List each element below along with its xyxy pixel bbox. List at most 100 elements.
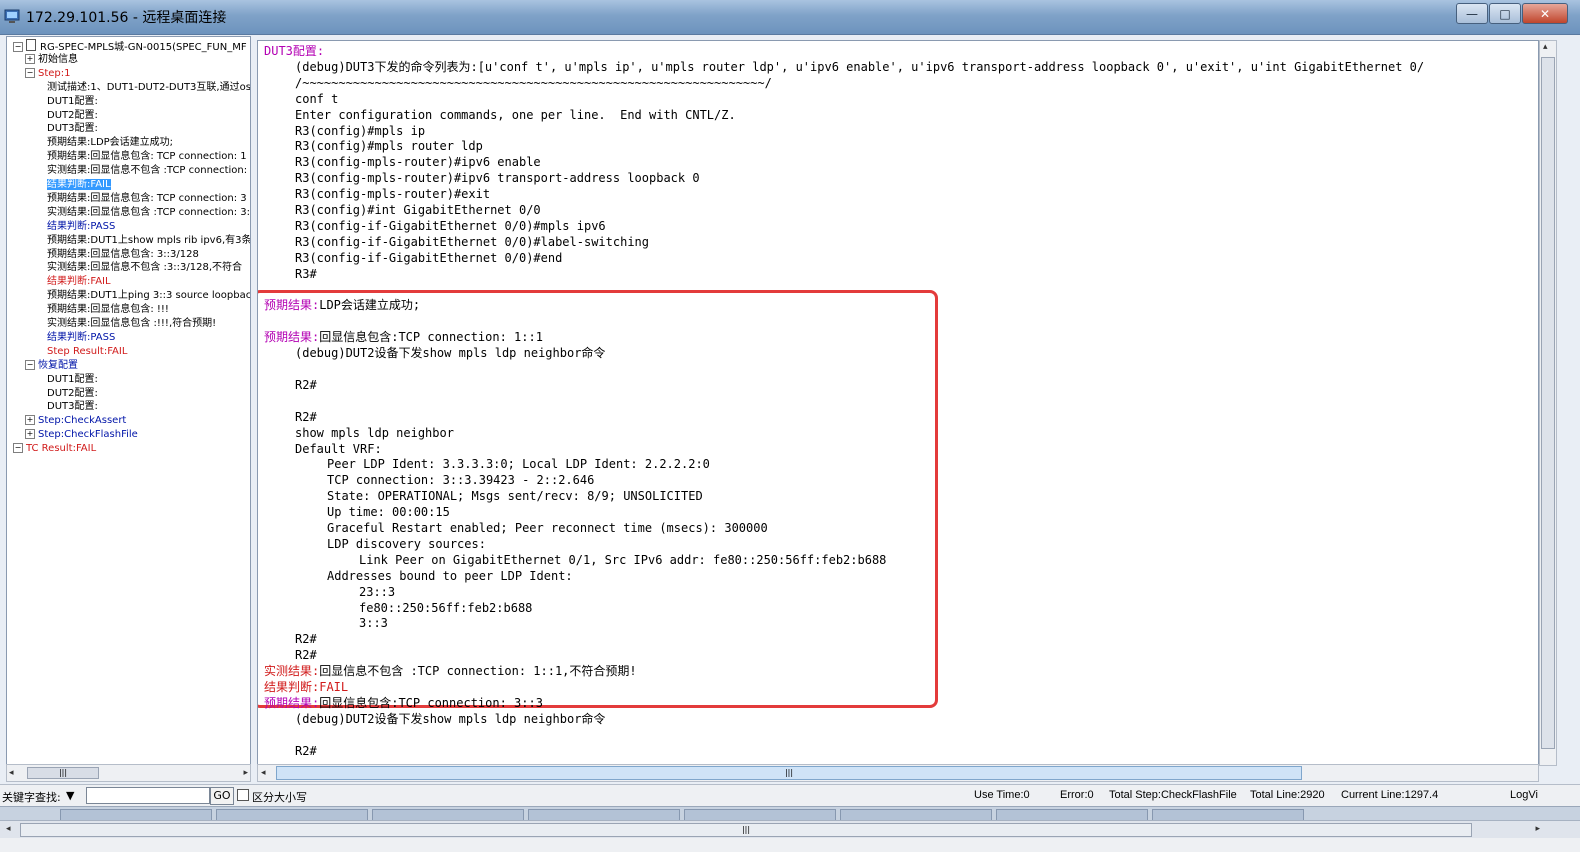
tree-item[interactable]: 预期结果:DUT1上ping 3::3 source loopback 0 (47, 289, 250, 303)
expand-icon[interactable]: + (25, 53, 35, 64)
log-text: R2# (295, 409, 317, 424)
tree-item-label: 实测结果:回显信息不包含 :3::3/128,不符合 (47, 262, 243, 274)
tree-item[interactable]: 结果判断:PASS (47, 220, 115, 234)
log-vertical-scrollbar[interactable]: ▴ (1539, 40, 1557, 766)
tree-item-label: DUT1配置: (47, 95, 98, 107)
collapse-icon[interactable]: − (13, 42, 23, 52)
outer-horizontal-scrollbar[interactable]: ◂ ||| ▸ (0, 820, 1580, 839)
tree-item[interactable]: 实测结果:回显信息不包含 :3::3/128,不符合 (47, 261, 242, 275)
tree-horizontal-scrollbar[interactable]: ◂ ||| ▸ (6, 764, 251, 782)
tree-item-label: 初始信息 (38, 53, 78, 65)
tree-item[interactable]: 测试描述:1、DUT1-DUT2-DUT3互联,通过osp (47, 81, 251, 95)
log-line: Up time: 00:00:15 (327, 504, 450, 520)
scroll-left-icon[interactable]: ◂ (9, 765, 14, 781)
window-titlebar: 172.29.101.56 - 远程桌面连接 — □ ✕ (0, 0, 1580, 35)
scroll-left-icon[interactable]: ◂ (261, 765, 266, 781)
log-line: Addresses bound to peer LDP Ident: (327, 568, 573, 584)
window-title: 172.29.101.56 - 远程桌面连接 (26, 10, 227, 26)
minimize-button[interactable]: — (1456, 3, 1488, 24)
tree-item[interactable]: + 初始信息 (25, 53, 78, 67)
tree-item[interactable]: − Step:1 (25, 67, 71, 81)
log-line: TCP connection: 3::3.39423 - 2::2.646 (327, 472, 594, 488)
scroll-right-icon[interactable]: ▸ (243, 765, 248, 781)
log-text: 3::3 (359, 616, 388, 631)
tree-item[interactable]: 实测结果:回显信息包含 :!!!,符合预期! (47, 317, 216, 331)
close-button[interactable]: ✕ (1522, 3, 1568, 24)
tree-item[interactable]: DUT2配置: (47, 387, 98, 401)
tree-item[interactable]: 结果判断:FAIL (47, 178, 111, 192)
log-line: R2# (295, 743, 317, 759)
tree-item[interactable]: 实测结果:回显信息不包含 :TCP connection: (47, 164, 247, 178)
log-line: Graceful Restart enabled; Peer reconnect… (327, 520, 768, 536)
tree-item-label: 测试描述:1、DUT1-DUT2-DUT3互联,通过osp (47, 81, 251, 93)
tree-item[interactable]: Step Result:FAIL (47, 345, 127, 359)
log-text: R3(config-mpls-router)#exit (295, 187, 491, 202)
log-line: 结果判断:FAIL (264, 679, 348, 695)
tree-item[interactable]: + Step:CheckFlashFile (25, 428, 138, 442)
tree-item[interactable]: DUT3配置: (47, 400, 98, 414)
log-line: R2# (295, 377, 317, 393)
expand-icon[interactable]: + (25, 429, 35, 440)
tree-item[interactable]: DUT1配置: (47, 95, 98, 109)
document-icon (26, 39, 36, 51)
tree-item-label: Step Result:FAIL (47, 345, 128, 357)
scroll-thumb[interactable]: ||| (27, 767, 99, 779)
log-text: 23::3 (359, 584, 396, 599)
step-tree[interactable]: − RG-SPEC-MPLS城-GN-0015(SPEC_FUN_MF + 初始信息 −… (6, 36, 251, 766)
tree-item[interactable]: 预期结果:回显信息包含: 3::3/128 (47, 248, 199, 262)
collapse-icon[interactable]: − (13, 443, 23, 454)
log-text: (debug)DUT2设备下发show mpls ldp neighbor命令 (295, 711, 606, 726)
total-line: Total Line:2920 (1250, 789, 1325, 801)
log-line: R2# (295, 631, 317, 647)
log-text: Enter configuration commands, one per li… (295, 107, 736, 122)
log-text: 实测结果: (264, 664, 320, 679)
go-button[interactable]: GO (210, 787, 234, 805)
use-time: Use Time:0 (974, 789, 1030, 801)
log-line: (debug)DUT3下发的命令列表为:[u'conf t', u'mpls i… (295, 59, 1424, 75)
log-text: R3(config)#int GigabitEthernet 0/0 (295, 203, 541, 217)
dropdown-arrow-icon[interactable]: ▼ (66, 789, 74, 802)
tree-item[interactable]: 结果判断:PASS (47, 331, 115, 345)
log-text: 预期结果: (264, 298, 320, 313)
expand-icon[interactable]: + (25, 415, 35, 426)
tree-item[interactable]: 结果判断:FAIL (47, 275, 111, 289)
scroll-left-icon[interactable]: ◂ (6, 821, 11, 837)
tree-item[interactable]: 预期结果:回显信息包含: !!! (47, 303, 169, 317)
tree-item[interactable]: + Step:CheckAssert (25, 414, 126, 428)
tree-item[interactable]: 预期结果:回显信息包含: TCP connection: 1 (47, 150, 247, 164)
case-sensitive-checkbox[interactable] (237, 789, 249, 801)
log-text: R3(config)#mpls ip (295, 123, 426, 138)
tree-item[interactable]: 预期结果:回显信息包含: TCP connection: 3 (47, 192, 247, 206)
log-view[interactable]: DUT3配置: (debug)DUT3下发的命令列表为:[u'conf t', u… (257, 40, 1539, 766)
tree-item[interactable]: 预期结果:LDP会话建立成功; (47, 136, 173, 150)
scroll-up-icon[interactable]: ▴ (1543, 39, 1548, 55)
tree-item[interactable]: − TC Result:FAIL (13, 442, 96, 456)
tree-item-label: DUT2配置: (47, 109, 98, 121)
tree-item-label: Step:CheckFlashFile (38, 429, 138, 441)
log-text: 回显信息不包含 :TCP connection: 1::1,不符合预期! (319, 664, 637, 679)
collapse-icon[interactable]: − (25, 67, 35, 78)
log-text: FAIL (319, 680, 349, 694)
tree-item-label: TC Result:FAIL (26, 443, 97, 455)
tree-item[interactable]: − 恢复配置 (25, 359, 78, 373)
log-text: R3(config-if-GigabitEthernet 0/0)#mpls i… (295, 218, 606, 233)
scroll-thumb[interactable]: ||| (276, 766, 1302, 780)
tree-item[interactable]: − RG-SPEC-MPLS城-GN-0015(SPEC_FUN_MF (13, 39, 247, 53)
log-horizontal-scrollbar[interactable]: ◂ ||| (257, 764, 1539, 782)
tree-item[interactable]: 实测结果:回显信息包含 :TCP connection: 3: (47, 206, 250, 220)
tree-item[interactable]: DUT3配置: (47, 122, 98, 136)
scroll-right-icon[interactable]: ▸ (1535, 821, 1540, 837)
log-line: R3(config-if-GigabitEthernet 0/0)#mpls i… (295, 218, 606, 234)
log-text: R3(config-mpls-router)#ipv6 transport-ad… (295, 171, 700, 186)
tree-item[interactable]: DUT1配置: (47, 373, 98, 387)
tree-item[interactable]: DUT2配置: (47, 109, 98, 123)
maximize-button[interactable]: □ (1489, 3, 1521, 24)
log-text: Default VRF: (295, 441, 382, 456)
log-line: fe80::250:56ff:feb2:b688 (359, 600, 532, 616)
scroll-thumb[interactable] (1541, 57, 1555, 749)
scroll-thumb[interactable]: ||| (20, 823, 1472, 837)
search-input[interactable] (86, 787, 210, 804)
tree-item[interactable]: 预期结果:DUT1上show mpls rib ipv6,有3条l (47, 234, 250, 248)
collapse-icon[interactable]: − (25, 359, 35, 370)
log-line: 23::3 (359, 584, 395, 600)
